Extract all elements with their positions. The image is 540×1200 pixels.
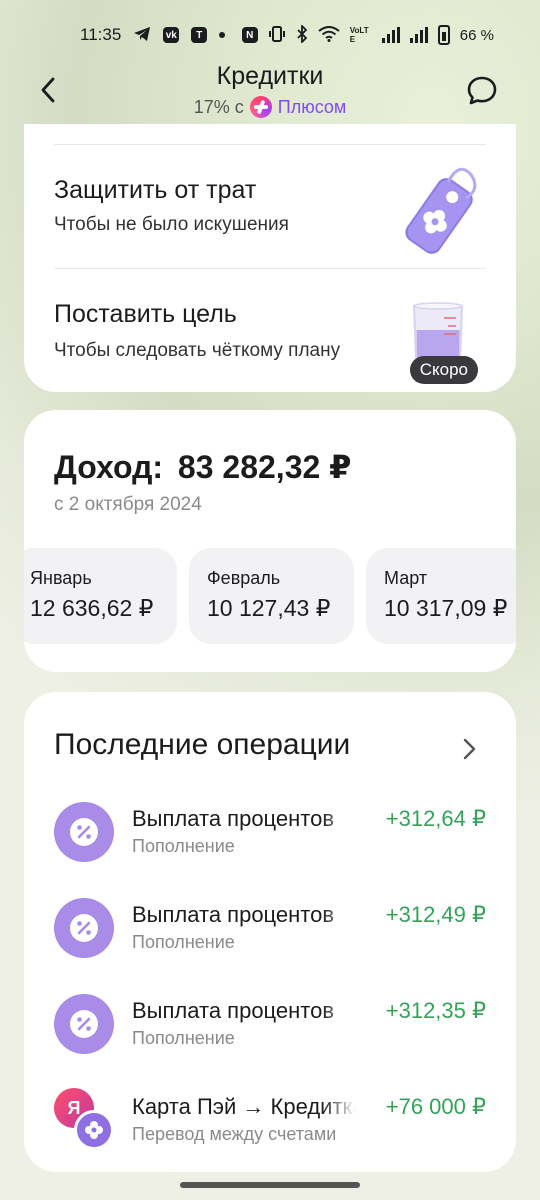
operation-type: Пополнение	[132, 836, 235, 856]
action-subtitle: Чтобы следовать чёткому плану	[54, 340, 341, 361]
plus-label: Плюсом	[277, 96, 347, 117]
signal-icon	[409, 27, 428, 43]
wifi-icon	[318, 26, 340, 44]
recent-operations-title[interactable]: Последние операции	[54, 728, 350, 762]
divider	[54, 268, 486, 269]
operation-type: Перевод между счетами	[132, 1124, 337, 1144]
status-time: 11:35	[80, 25, 122, 44]
list-item[interactable]: Выплата процентов Пополнение +312,35 ₽	[54, 988, 486, 1058]
cashback-prefix: 17% с	[193, 96, 244, 117]
header: Кредитки 17% с Плюсом	[0, 60, 540, 122]
operation-name: Выплата процентов	[132, 902, 335, 927]
home-indicator[interactable]	[180, 1182, 360, 1188]
dot-icon	[219, 32, 226, 38]
month-name: Январь	[30, 568, 92, 588]
cashback-plus-link[interactable]: 17% с Плюсом	[0, 96, 540, 118]
income-label: Доход:	[54, 449, 164, 485]
operation-type: Пополнение	[132, 932, 235, 952]
battery-percent: 66 %	[459, 26, 494, 44]
income-summary: Доход: 83 282,32 ₽	[54, 448, 351, 486]
soon-badge: Скоро	[409, 356, 478, 384]
status-left: 11:35 vk T	[80, 25, 226, 45]
month-tile-january[interactable]: Январь 12 636,62 ₽	[24, 548, 177, 644]
card-flower-icon	[74, 1110, 114, 1150]
vk-icon: vk	[163, 27, 180, 43]
list-item[interactable]: Выплата процентов Пополнение +312,49 ₽	[54, 892, 486, 962]
tag-lock-icon	[390, 164, 486, 264]
income-since: с 2 октября 2024	[54, 494, 202, 515]
percent-icon	[54, 898, 114, 958]
operation-amount: +312,35 ₽	[385, 998, 486, 1023]
nfc-icon: N	[241, 27, 258, 43]
volte-icon: VoLTE	[349, 26, 369, 44]
month-tiles[interactable]: Январь 12 636,62 ₽ Февраль 10 127,43 ₽ М…	[24, 548, 516, 644]
action-title: Поставить цель	[54, 300, 237, 328]
month-name: Март	[384, 568, 428, 588]
operation-name: Карта Пэй → Кредитка	[132, 1094, 356, 1119]
action-title: Защитить от трат	[54, 176, 257, 204]
income-amount: 83 282,32 ₽	[177, 449, 352, 485]
operation-type: Пополнение	[132, 1028, 235, 1048]
operation-name: Выплата процентов	[132, 998, 335, 1023]
vibrate-icon	[268, 25, 286, 45]
telegram-icon	[133, 26, 151, 44]
transfer-icon: Я	[54, 1088, 118, 1152]
month-tile-february[interactable]: Февраль 10 127,43 ₽	[189, 548, 354, 644]
chat-button[interactable]	[464, 72, 500, 108]
operation-amount: +312,49 ₽	[385, 902, 486, 927]
actions-card: Защитить от трат Чтобы не было искушения…	[24, 124, 516, 392]
signal-icon	[381, 27, 400, 43]
tinkoff-icon: T	[191, 27, 208, 43]
chat-bubble-icon	[467, 76, 497, 105]
set-goal-row[interactable]: Поставить цель Чтобы следовать чёткому п…	[54, 280, 486, 390]
list-item[interactable]: Выплата процентов Пополнение +312,64 ₽	[54, 796, 486, 866]
page-title: Кредитки	[216, 62, 324, 90]
operation-amount: +76 000 ₽	[385, 1094, 486, 1119]
month-name: Февраль	[207, 568, 281, 588]
battery-icon	[437, 25, 450, 45]
income-card[interactable]: Доход: 83 282,32 ₽ с 2 октября 2024 Янва…	[24, 410, 516, 672]
plus-logo-icon	[249, 96, 272, 118]
list-item[interactable]: Я Карта Пэй → Кредитка Перевод между сче…	[54, 1084, 486, 1154]
chevron-right-icon[interactable]	[458, 736, 480, 762]
month-amount: 10 317,09 ₽	[384, 595, 508, 621]
percent-icon	[54, 802, 114, 862]
status-right: N VoLTE 66 %	[241, 23, 494, 45]
action-subtitle: Чтобы не было искушения	[54, 214, 289, 235]
operation-amount: +312,64 ₽	[385, 806, 486, 831]
bluetooth-icon	[296, 23, 308, 45]
percent-icon	[54, 994, 114, 1054]
month-amount: 12 636,62 ₽	[30, 595, 154, 621]
divider	[54, 144, 486, 145]
operation-name: Выплата процентов	[132, 806, 335, 831]
protect-from-spending-row[interactable]: Защитить от трат Чтобы не было искушения	[54, 158, 486, 268]
recent-operations-card: Последние операции Выплата процентов Поп…	[24, 692, 516, 1172]
month-tile-march[interactable]: Март 10 317,09 ₽	[366, 548, 516, 644]
month-amount: 10 127,43 ₽	[207, 595, 331, 621]
